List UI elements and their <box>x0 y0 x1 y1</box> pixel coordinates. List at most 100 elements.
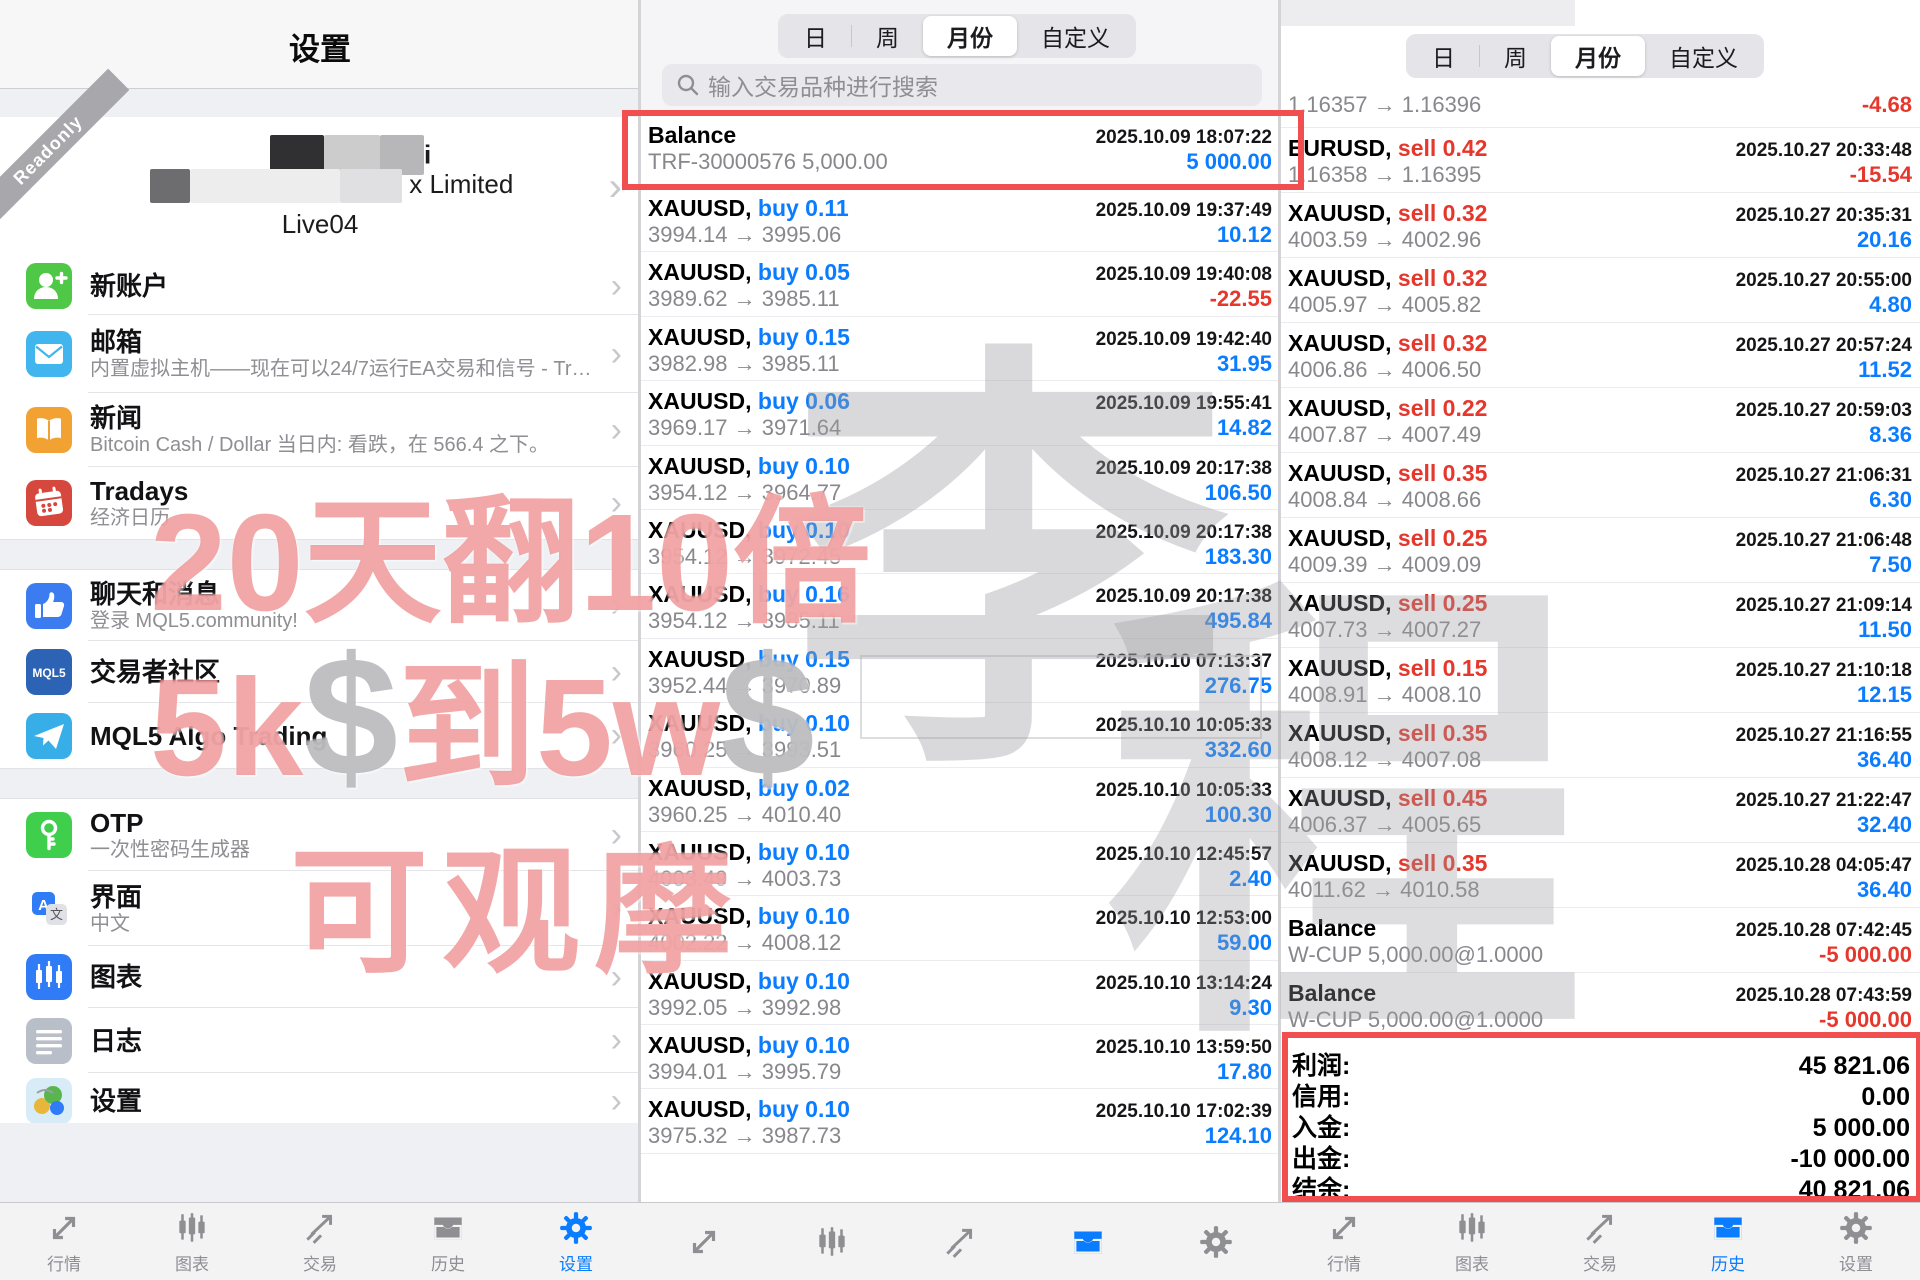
tabbar-item[interactable] <box>1024 1203 1152 1280</box>
tabbar-item-历史[interactable]: 历史 <box>1664 1203 1792 1280</box>
tab-自定义[interactable]: 自定义 <box>1645 36 1762 76</box>
balance-row[interactable]: Balance2025.10.28 07:43:59W-CUP 5,000.00… <box>1280 973 1920 1038</box>
broker-line: x Limited <box>150 169 513 205</box>
tabbar-item-交易[interactable]: 交易 <box>1536 1203 1664 1280</box>
trade-row[interactable]: XAUUSD, sell 0.252025.10.27 21:06:484009… <box>1280 518 1920 583</box>
menu-item-text: 聊天和消息登录 MQL5.community! <box>90 579 640 633</box>
chevron-right-icon: › <box>611 411 622 450</box>
settings-menu-item[interactable]: 新账户› <box>0 257 640 315</box>
trade-row[interactable]: XAUUSD, sell 0.252025.10.27 21:09:144007… <box>1280 583 1920 648</box>
tab-周[interactable]: 周 <box>1480 36 1551 76</box>
trade-row[interactable]: XAUUSD, sell 0.322025.10.27 20:35:314003… <box>1280 193 1920 258</box>
trade-symbol-side: XAUUSD, buy 0.10 <box>648 1032 850 1059</box>
settings-menu-item[interactable]: 邮箱内置虚拟主机——现在可以24/7运行EA交易和信号 - Tradin...› <box>0 315 640 393</box>
tabbar-item-设置[interactable]: 设置 <box>1792 1203 1920 1280</box>
trade-row[interactable]: XAUUSD, buy 0.102025.10.10 13:59:503994.… <box>640 1025 1280 1089</box>
status-strip <box>1280 0 1575 26</box>
trade-row[interactable]: XAUUSD, buy 0.102025.10.10 13:14:243992.… <box>640 961 1280 1025</box>
chevron-right-icon: › <box>611 816 622 855</box>
search-bar[interactable]: 输入交易品种进行搜索 <box>662 64 1262 106</box>
trade-row[interactable]: XAUUSD, buy 0.152025.10.10 07:13:373952.… <box>640 639 1280 703</box>
tabbar-item-行情[interactable]: 行情 <box>1280 1203 1408 1280</box>
trade-row[interactable]: XAUUSD, sell 0.322025.10.27 20:55:004005… <box>1280 258 1920 323</box>
balance-row[interactable]: Balance2025.10.28 07:42:45W-CUP 5,000.00… <box>1280 908 1920 973</box>
tabbar-item-行情[interactable]: 行情 <box>0 1203 128 1280</box>
menu-group-gap <box>0 539 640 570</box>
trade-profit: 183.30 <box>1205 544 1272 570</box>
trade-date: 2025.10.10 07:13:37 <box>1096 651 1272 673</box>
balance-date: 2025.10.09 18:07:22 <box>1096 127 1272 149</box>
trade-date: 2025.10.09 20:17:38 <box>1096 522 1272 544</box>
trade-date: 2025.10.27 21:09:14 <box>1736 595 1912 617</box>
tabbar-item-图表[interactable]: 图表 <box>128 1203 256 1280</box>
trade-row[interactable]: XAUUSD, sell 0.222025.10.27 20:59:034007… <box>1280 388 1920 453</box>
settings-menu-item[interactable]: 聊天和消息登录 MQL5.community!› <box>0 570 640 641</box>
tab-周[interactable]: 周 <box>852 16 923 56</box>
settings-menu-item[interactable]: Tradays经济日历› <box>0 467 640 539</box>
balance-row[interactable]: Balance 2025.10.09 18:07:22 TRF-30000576… <box>640 114 1280 188</box>
trade-profit: 6.30 <box>1869 487 1912 513</box>
trade-row[interactable]: XAUUSD, buy 0.102025.10.09 20:17:383954.… <box>640 510 1280 574</box>
trade-row[interactable]: XAUUSD, sell 0.352025.10.27 21:16:554008… <box>1280 713 1920 778</box>
trade-row[interactable]: XAUUSD, buy 0.162025.10.09 20:17:383954.… <box>640 574 1280 638</box>
trade-row[interactable]: EURUSD, sell 0.422025.10.27 20:33:481.16… <box>1280 128 1920 193</box>
trade-icon <box>1581 1209 1619 1247</box>
tabbar-item[interactable] <box>768 1203 896 1280</box>
trade-row[interactable]: XAUUSD, buy 0.102025.10.10 12:45:574003.… <box>640 832 1280 896</box>
trade-row[interactable]: XAUUSD, sell 0.352025.10.27 21:06:314008… <box>1280 453 1920 518</box>
account-card[interactable]: Readonly i x Limited Live04 › <box>0 117 640 258</box>
trade-row[interactable]: XAUUSD, sell 0.452025.10.27 21:22:474006… <box>1280 778 1920 843</box>
trade-date: 2025.10.10 10:05:33 <box>1096 715 1272 737</box>
settings-panel: 设置 Readonly i x Limited Live04 › 新账户›邮箱内… <box>0 0 640 1280</box>
trade-profit: 17.80 <box>1217 1059 1272 1085</box>
settings-menu-item[interactable]: 设置› <box>0 1073 640 1129</box>
tabbar-item-交易[interactable]: 交易 <box>256 1203 384 1280</box>
settings-menu-item[interactable]: MQL5 Algo Trading› <box>0 703 640 768</box>
trade-row[interactable]: XAUUSD, buy 0.102025.10.10 12:53:004002.… <box>640 896 1280 960</box>
tab-月份[interactable]: 月份 <box>923 16 1017 56</box>
tab-日[interactable]: 日 <box>780 16 851 56</box>
tab-自定义[interactable]: 自定义 <box>1017 16 1134 56</box>
trade-symbol-side: XAUUSD, buy 0.16 <box>648 581 850 608</box>
trade-row[interactable]: XAUUSD, buy 0.062025.10.09 19:55:413969.… <box>640 381 1280 445</box>
settings-menu: 新账户›邮箱内置虚拟主机——现在可以24/7运行EA交易和信号 - Tradin… <box>0 257 640 1129</box>
trade-row[interactable]: XAUUSD, buy 0.112025.10.09 19:37:493994.… <box>640 188 1280 252</box>
trade-row[interactable]: XAUUSD, buy 0.102025.10.09 20:17:383954.… <box>640 446 1280 510</box>
menu-item-label: 日志 <box>90 1026 640 1056</box>
trade-row[interactable]: XAUUSD, buy 0.102025.10.10 17:02:393975.… <box>640 1089 1280 1153</box>
trade-row[interactable]: XAUUSD, buy 0.152025.10.09 19:42:403982.… <box>640 317 1280 381</box>
trade-row[interactable]: XAUUSD, sell 0.152025.10.27 21:10:184008… <box>1280 648 1920 713</box>
tab-日[interactable]: 日 <box>1408 36 1479 76</box>
menu-item-subtitle: 登录 MQL5.community! <box>90 609 640 633</box>
quotes-icon <box>1325 1209 1363 1247</box>
settings-menu-item[interactable]: 日志› <box>0 1008 640 1073</box>
period-tabs: 日周月份自定义 <box>778 14 1136 58</box>
settings-menu-item[interactable]: 新闻Bitcoin Cash / Dollar 当日内: 看跌，在 566.4 … <box>0 393 640 467</box>
summary-value: -10 000.00 <box>1790 1145 1910 1174</box>
trade-symbol-side: XAUUSD, sell 0.32 <box>1288 265 1487 292</box>
trade-date: 2025.10.27 20:57:24 <box>1736 335 1912 357</box>
tabbar-item-图表[interactable]: 图表 <box>1408 1203 1536 1280</box>
trade-prices: 4007.87 → 4007.49 <box>1288 422 1481 448</box>
server-name: Live04 <box>0 209 640 240</box>
tabbar-item[interactable] <box>1152 1203 1280 1280</box>
history-icon <box>1069 1223 1107 1261</box>
tabbar-item-历史[interactable]: 历史 <box>384 1203 512 1280</box>
settings-menu-item[interactable]: MQL5交易者社区› <box>0 641 640 703</box>
trade-row[interactable]: XAUUSD, sell 0.322025.10.27 20:57:244006… <box>1280 323 1920 388</box>
trade-row[interactable]: 1.16357 → 1.16396-4.68 <box>1280 90 1920 128</box>
trade-row[interactable]: XAUUSD, buy 0.052025.10.09 19:40:083989.… <box>640 252 1280 316</box>
settings-menu-item[interactable]: OTP一次性密码生成器› <box>0 799 640 871</box>
trade-prices: 4011.62 → 4010.58 <box>1288 877 1480 903</box>
tabbar-item-设置[interactable]: 设置 <box>512 1203 640 1280</box>
settings-menu-item[interactable]: 图表› <box>0 946 640 1008</box>
tabbar-item[interactable] <box>640 1203 768 1280</box>
settings-menu-item[interactable]: A文界面中文› <box>0 871 640 946</box>
trade-row[interactable]: XAUUSD, buy 0.102025.10.10 10:05:333960.… <box>640 703 1280 767</box>
trade-row[interactable]: XAUUSD, sell 0.352025.10.28 04:05:474011… <box>1280 843 1920 908</box>
tabbar-item[interactable] <box>896 1203 1024 1280</box>
tab-月份[interactable]: 月份 <box>1551 36 1645 76</box>
trade-row[interactable]: XAUUSD, buy 0.022025.10.10 10:05:333960.… <box>640 768 1280 832</box>
trade-prices: 4003.49 → 4003.73 <box>648 866 841 892</box>
trade-symbol-side: XAUUSD, sell 0.35 <box>1288 460 1487 487</box>
